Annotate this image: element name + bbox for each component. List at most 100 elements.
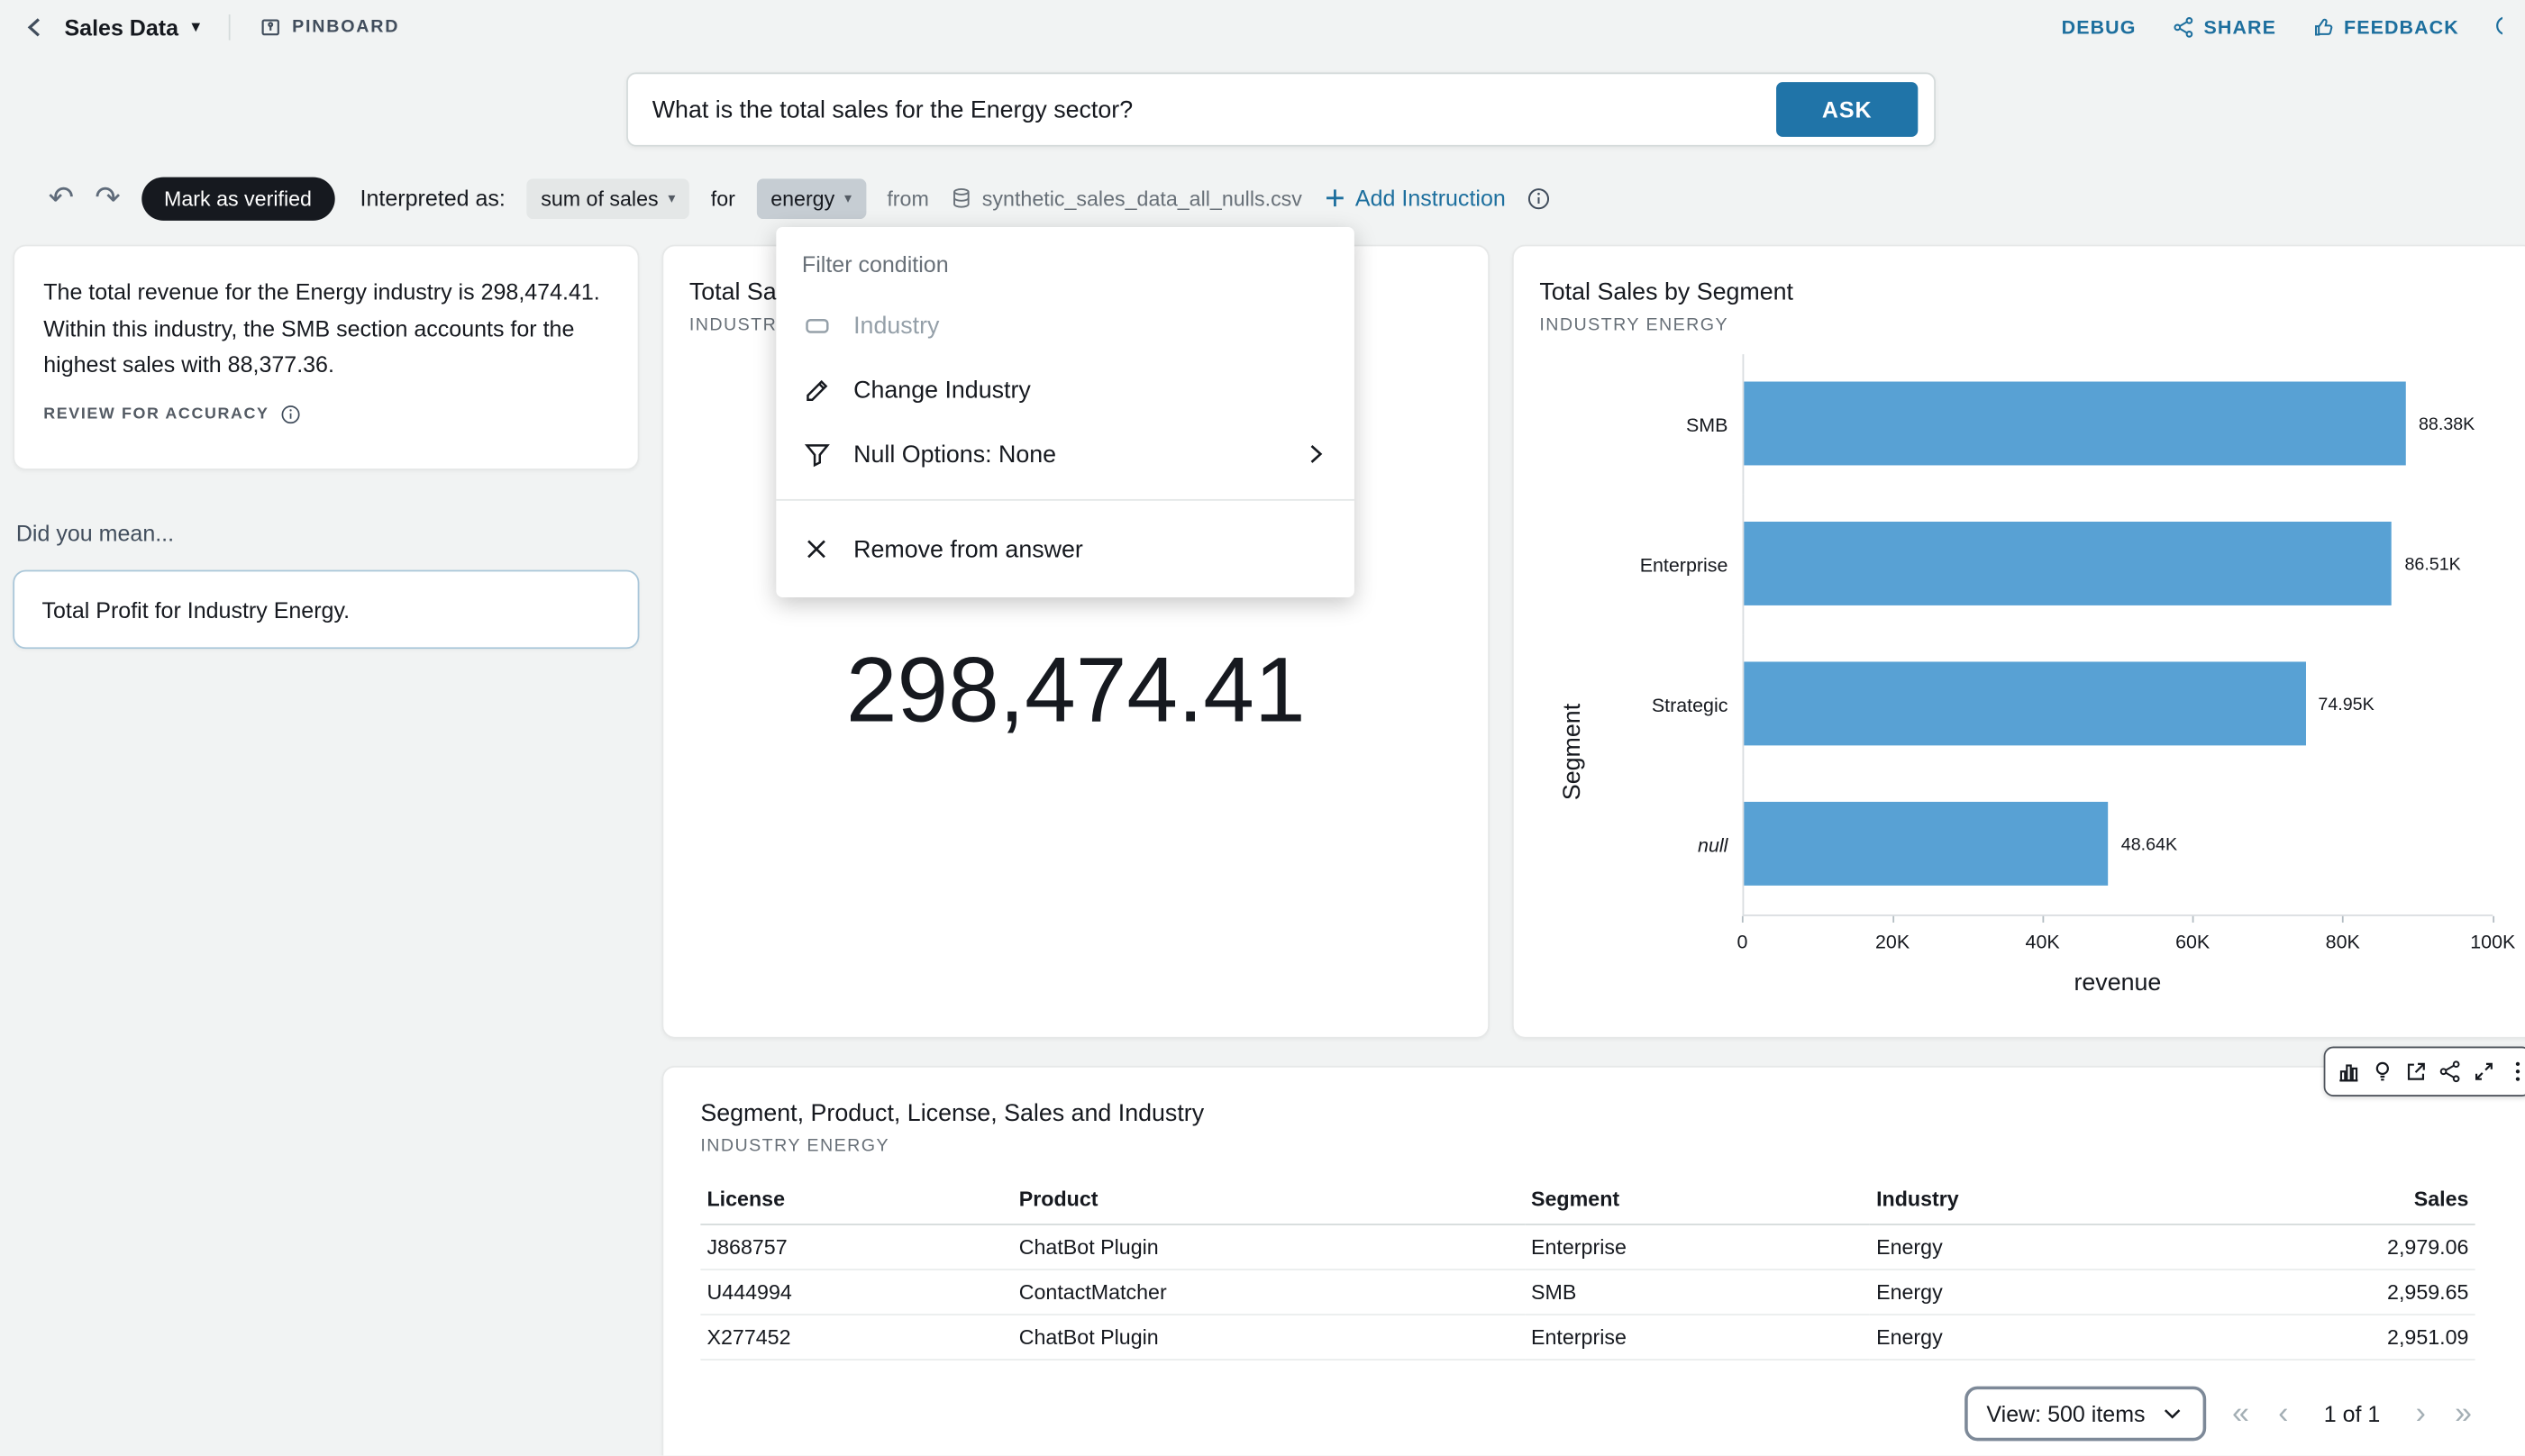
bar-row: SMB 88.38K	[1539, 354, 2509, 494]
debug-label: DEBUG	[2062, 16, 2137, 39]
view-items-dropdown[interactable]: View: 500 items	[1964, 1387, 2206, 1442]
share-label: SHARE	[2204, 16, 2276, 39]
cell: 2,959.65	[2174, 1269, 2475, 1315]
bar-smb[interactable]	[1744, 382, 2405, 466]
from-label: from	[887, 186, 928, 210]
menu-header: Filter condition	[776, 237, 1354, 294]
suggestion-item[interactable]: Total Profit for Industry Energy.	[13, 570, 639, 650]
cell: J868757	[700, 1224, 1012, 1269]
cell: Energy	[1870, 1224, 2174, 1269]
x-axis: 0 20K 40K 60K 80K 100K	[1743, 915, 2493, 963]
table-card: Segment, Product, License, Sales and Ind…	[661, 1066, 2525, 1455]
back-button[interactable]	[23, 14, 49, 41]
database-icon	[950, 187, 972, 209]
undo-icon[interactable]: ↶	[49, 183, 74, 214]
bulb-icon[interactable]	[2367, 1054, 2396, 1089]
expand-icon[interactable]	[2468, 1054, 2497, 1089]
bar-value-label: 86.51K	[2404, 555, 2460, 574]
share-icon	[2172, 16, 2194, 39]
info-icon[interactable]	[280, 405, 301, 425]
bar-row: null 48.64K	[1539, 775, 2509, 915]
app-window: Sales Data ▾ PINBOARD DEBUG SHARE	[0, 0, 2525, 1455]
pinboard-icon	[260, 16, 282, 39]
bar-strategic[interactable]	[1744, 661, 2305, 745]
pinboard-label: PINBOARD	[292, 18, 399, 37]
table-row: X277452 ChatBot Plugin Enterprise Energy…	[700, 1315, 2475, 1360]
cell: ChatBot Plugin	[1013, 1224, 1525, 1269]
col-header-product: Product	[1013, 1176, 1525, 1225]
thumbs-up-icon	[2311, 16, 2334, 39]
bar-enterprise[interactable]	[1744, 522, 2392, 605]
bar-chart: Segment SMB 88.38K Enterprise 86.51K	[1539, 354, 2509, 996]
table-row: U444994 ContactMatcher SMB Energy 2,959.…	[700, 1269, 2475, 1315]
review-accuracy-label: REVIEW FOR ACCURACY	[43, 405, 269, 423]
close-icon	[802, 536, 831, 562]
add-instruction-button[interactable]: Add Instruction	[1323, 186, 1506, 212]
cell: SMB	[1525, 1269, 1870, 1315]
y-axis-label: Segment	[1559, 704, 1586, 800]
field-icon	[802, 312, 831, 339]
first-page-button[interactable]: «	[2229, 1398, 2252, 1429]
dataset-title[interactable]: Sales Data	[64, 14, 178, 41]
ask-bar: ASK	[626, 72, 1936, 146]
redo-icon[interactable]: ↷	[95, 183, 120, 214]
divider	[229, 14, 231, 41]
source-file-label: synthetic_sales_data_all_nulls.csv	[982, 186, 1302, 210]
table-subtitle: INDUSTRY ENERGY	[700, 1137, 2475, 1156]
caret-down-icon: ▾	[668, 191, 675, 205]
cell: X277452	[700, 1315, 1012, 1360]
last-page-button[interactable]: »	[2452, 1398, 2475, 1429]
cell: U444994	[700, 1269, 1012, 1315]
menu-item-null-options[interactable]: Null Options: None	[776, 422, 1354, 486]
feedback-label: FEEDBACK	[2344, 16, 2459, 39]
share-button[interactable]: SHARE	[2172, 16, 2276, 39]
data-table: License Product Segment Industry Sales J…	[700, 1176, 2475, 1361]
kpi-value: 298,474.41	[663, 638, 1488, 744]
bar-chart-card: Total Sales by Segment INDUSTRY ENERGY S…	[1512, 245, 2525, 1039]
x-tick: 80K	[2326, 931, 2360, 953]
export-icon[interactable]	[2401, 1054, 2429, 1089]
ask-button[interactable]: ASK	[1776, 82, 1918, 137]
menu-item-remove[interactable]: Remove from answer	[776, 514, 1354, 585]
metric-chip[interactable]: sum of sales ▾	[526, 177, 689, 218]
next-page-button[interactable]: ›	[2412, 1398, 2429, 1429]
kebab-icon[interactable]	[2502, 1054, 2525, 1089]
x-tick: 40K	[2026, 931, 2060, 953]
filter-chip-energy[interactable]: energy ▾	[756, 177, 866, 218]
share-icon[interactable]	[2435, 1054, 2464, 1089]
x-tick: 60K	[2175, 931, 2210, 953]
menu-item-change-industry[interactable]: Change Industry	[776, 358, 1354, 422]
table-row: J868757 ChatBot Plugin Enterprise Energy…	[700, 1224, 2475, 1269]
question-input[interactable]	[649, 95, 1776, 125]
cell: 2,979.06	[2174, 1224, 2475, 1269]
feedback-button[interactable]: FEEDBACK	[2311, 16, 2458, 39]
pinboard-button[interactable]: PINBOARD	[260, 16, 399, 39]
cell: Energy	[1870, 1269, 2174, 1315]
pencil-icon	[802, 376, 831, 403]
bar-chart-icon[interactable]	[2333, 1054, 2362, 1089]
data-source[interactable]: synthetic_sales_data_all_nulls.csv	[950, 186, 1302, 210]
cell: Enterprise	[1525, 1224, 1870, 1269]
caret-down-icon[interactable]: ▾	[191, 19, 200, 37]
info-icon[interactable]	[1527, 186, 1551, 210]
interpretation-bar: ↶ ↷ Mark as verified Interpreted as: sum…	[49, 174, 1551, 223]
cell: ContactMatcher	[1013, 1269, 1525, 1315]
category-label: Enterprise	[1539, 553, 1742, 576]
plus-icon	[1323, 187, 1345, 209]
answer-summary-card: The total revenue for the Energy industr…	[13, 245, 639, 470]
bar-row: Strategic 74.95K	[1539, 634, 2509, 774]
chart-title: Total Sales by Segment	[1539, 278, 2509, 305]
overflow-icon[interactable]	[2494, 14, 2502, 41]
x-axis-label: revenue	[1743, 969, 2493, 996]
page-info: 1 of 1	[2324, 1401, 2381, 1427]
chevron-down-icon	[2161, 1402, 2183, 1424]
prev-page-button[interactable]: ‹	[2275, 1398, 2292, 1429]
cell: Enterprise	[1525, 1315, 1870, 1360]
debug-button[interactable]: DEBUG	[2062, 16, 2137, 39]
menu-item-industry: Industry	[776, 293, 1354, 357]
cell: ChatBot Plugin	[1013, 1315, 1525, 1360]
mark-verified-button[interactable]: Mark as verified	[141, 177, 334, 220]
cell: Energy	[1870, 1315, 2174, 1360]
bar-null[interactable]	[1744, 802, 2108, 886]
col-header-license: License	[700, 1176, 1012, 1225]
